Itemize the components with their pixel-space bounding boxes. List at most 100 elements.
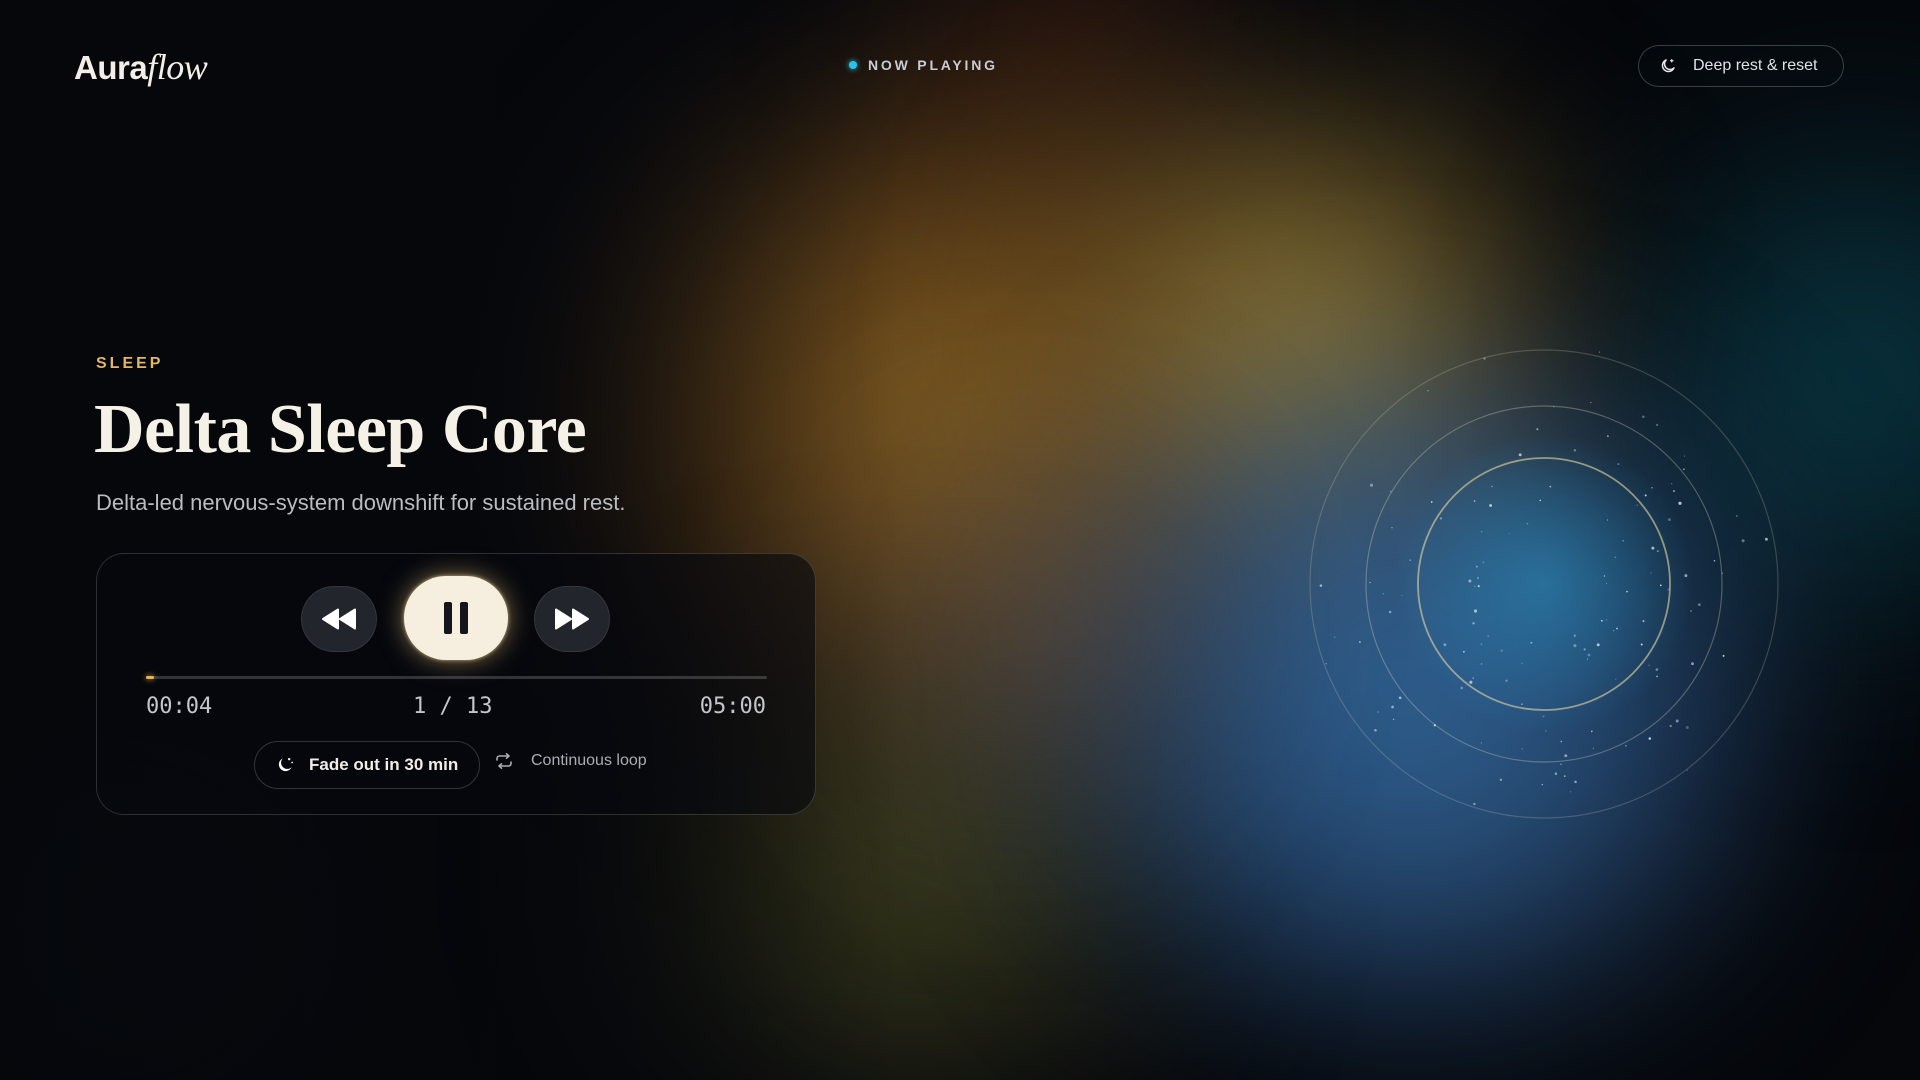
particle-dot bbox=[1427, 390, 1429, 392]
particle-dot bbox=[1722, 654, 1725, 657]
particle-dot bbox=[1401, 595, 1403, 596]
particle-dot bbox=[1369, 581, 1371, 584]
pause-button[interactable] bbox=[404, 576, 508, 660]
app-stage: Auraflow NOW PLAYING Deep rest & reset S… bbox=[0, 0, 1920, 1080]
particle-dot bbox=[1374, 728, 1377, 732]
previous-track-button[interactable] bbox=[301, 586, 377, 652]
particle-dot bbox=[1642, 620, 1645, 623]
track-title: Delta Sleep Core bbox=[94, 391, 587, 468]
particle-dot bbox=[1564, 754, 1568, 758]
particle-dot bbox=[1642, 415, 1645, 418]
particle-dot bbox=[1476, 577, 1479, 579]
particle-dot bbox=[1640, 643, 1643, 646]
particle-dot bbox=[1573, 634, 1576, 637]
particle-dot bbox=[1554, 772, 1558, 775]
particle-dot bbox=[1651, 486, 1653, 489]
particle-dot bbox=[1592, 747, 1594, 750]
particle-dot bbox=[1651, 546, 1655, 550]
particle-dot bbox=[1598, 351, 1601, 353]
particle-dot bbox=[1655, 423, 1659, 427]
next-track-button[interactable] bbox=[534, 586, 610, 652]
particle-dot bbox=[1409, 559, 1411, 561]
particle-dot bbox=[1721, 572, 1723, 574]
brand-logo[interactable]: Auraflow bbox=[74, 46, 208, 88]
particle-dot bbox=[1650, 572, 1652, 574]
particle-dot bbox=[1583, 648, 1586, 651]
particle-dot bbox=[1686, 769, 1688, 771]
particle-dot bbox=[1541, 783, 1544, 786]
particle-dot bbox=[1617, 463, 1620, 466]
mood-chip[interactable]: Deep rest & reset bbox=[1638, 45, 1844, 87]
particle-dot bbox=[1388, 610, 1392, 614]
particle-dot bbox=[1369, 483, 1374, 487]
particle-dot bbox=[1563, 775, 1566, 777]
brand-logo-bold: Aura bbox=[74, 49, 148, 86]
particle-dot bbox=[1683, 468, 1685, 471]
particle-dot bbox=[1648, 664, 1650, 667]
moon-icon bbox=[1659, 57, 1677, 75]
track-description: Delta-led nervous-system downshift for s… bbox=[96, 490, 626, 515]
particle-dot bbox=[1389, 490, 1392, 493]
particle-dot bbox=[1319, 584, 1323, 587]
background-shade bbox=[0, 0, 900, 1080]
orbit-visual bbox=[1309, 349, 1779, 819]
particle-dot bbox=[1626, 590, 1628, 593]
particle-dot bbox=[1473, 802, 1476, 806]
particle-dot bbox=[1536, 428, 1539, 431]
particle-dot bbox=[1713, 560, 1716, 562]
particle-dot bbox=[1489, 504, 1492, 507]
particle-dot bbox=[1690, 610, 1692, 612]
particle-dot bbox=[1573, 644, 1577, 648]
player-card: 00:04 1 / 13 05:00 Fade out in 30 min Co… bbox=[96, 553, 816, 815]
live-dot-icon bbox=[849, 61, 857, 69]
elapsed-time: 00:04 bbox=[146, 694, 213, 719]
particle-dot bbox=[1468, 579, 1472, 583]
progress-bar[interactable] bbox=[146, 676, 767, 679]
fast-forward-icon bbox=[554, 608, 590, 630]
particle-dot bbox=[1480, 742, 1482, 744]
particle-dot bbox=[1574, 780, 1577, 784]
particle-dot bbox=[1764, 537, 1768, 541]
particle-dot bbox=[1573, 449, 1577, 452]
particle-dot bbox=[1377, 711, 1379, 713]
particle-dot bbox=[1473, 500, 1476, 502]
particle-dot bbox=[1625, 744, 1627, 747]
particle-dot bbox=[1500, 649, 1504, 652]
particle-dot bbox=[1691, 662, 1694, 666]
orbit-core-glow bbox=[1394, 434, 1694, 734]
particle-dot bbox=[1616, 627, 1618, 630]
loop-label: Continuous loop bbox=[531, 752, 647, 769]
particle-dot bbox=[1477, 584, 1480, 588]
particle-dot bbox=[1487, 635, 1490, 638]
now-playing-label: NOW PLAYING bbox=[868, 57, 998, 73]
particle-dot bbox=[1472, 677, 1474, 679]
particle-dot bbox=[1606, 519, 1608, 521]
particle-dot bbox=[1480, 663, 1483, 665]
particle-dot bbox=[1655, 668, 1659, 671]
particle-dot bbox=[1469, 680, 1473, 684]
particle-dot bbox=[1521, 662, 1523, 664]
particle-dot bbox=[1526, 523, 1529, 525]
particle-dot bbox=[1549, 485, 1552, 488]
particle-dot bbox=[1392, 718, 1395, 720]
particle-dot bbox=[1430, 501, 1433, 503]
particle-dot bbox=[1671, 483, 1673, 485]
particle-dot bbox=[1508, 532, 1510, 534]
moon-timer-icon bbox=[275, 755, 295, 775]
particle-dot bbox=[1636, 504, 1638, 506]
particle-dot bbox=[1473, 585, 1476, 588]
particle-dot bbox=[1603, 575, 1606, 577]
sleep-timer-button[interactable]: Fade out in 30 min bbox=[254, 741, 480, 789]
particle-dot bbox=[1398, 696, 1402, 700]
particle-dot bbox=[1499, 778, 1503, 782]
particle-dot bbox=[1741, 539, 1745, 543]
particle-dot bbox=[1518, 453, 1522, 457]
pause-icon bbox=[443, 601, 469, 635]
particle-dot bbox=[1560, 763, 1562, 765]
loop-toggle[interactable]: Continuous loop bbox=[495, 752, 647, 770]
particle-dot bbox=[1443, 643, 1447, 647]
repeat-icon bbox=[495, 753, 513, 769]
particle-dot bbox=[1667, 518, 1671, 522]
particle-dot bbox=[1656, 550, 1659, 553]
rewind-icon bbox=[321, 608, 357, 630]
